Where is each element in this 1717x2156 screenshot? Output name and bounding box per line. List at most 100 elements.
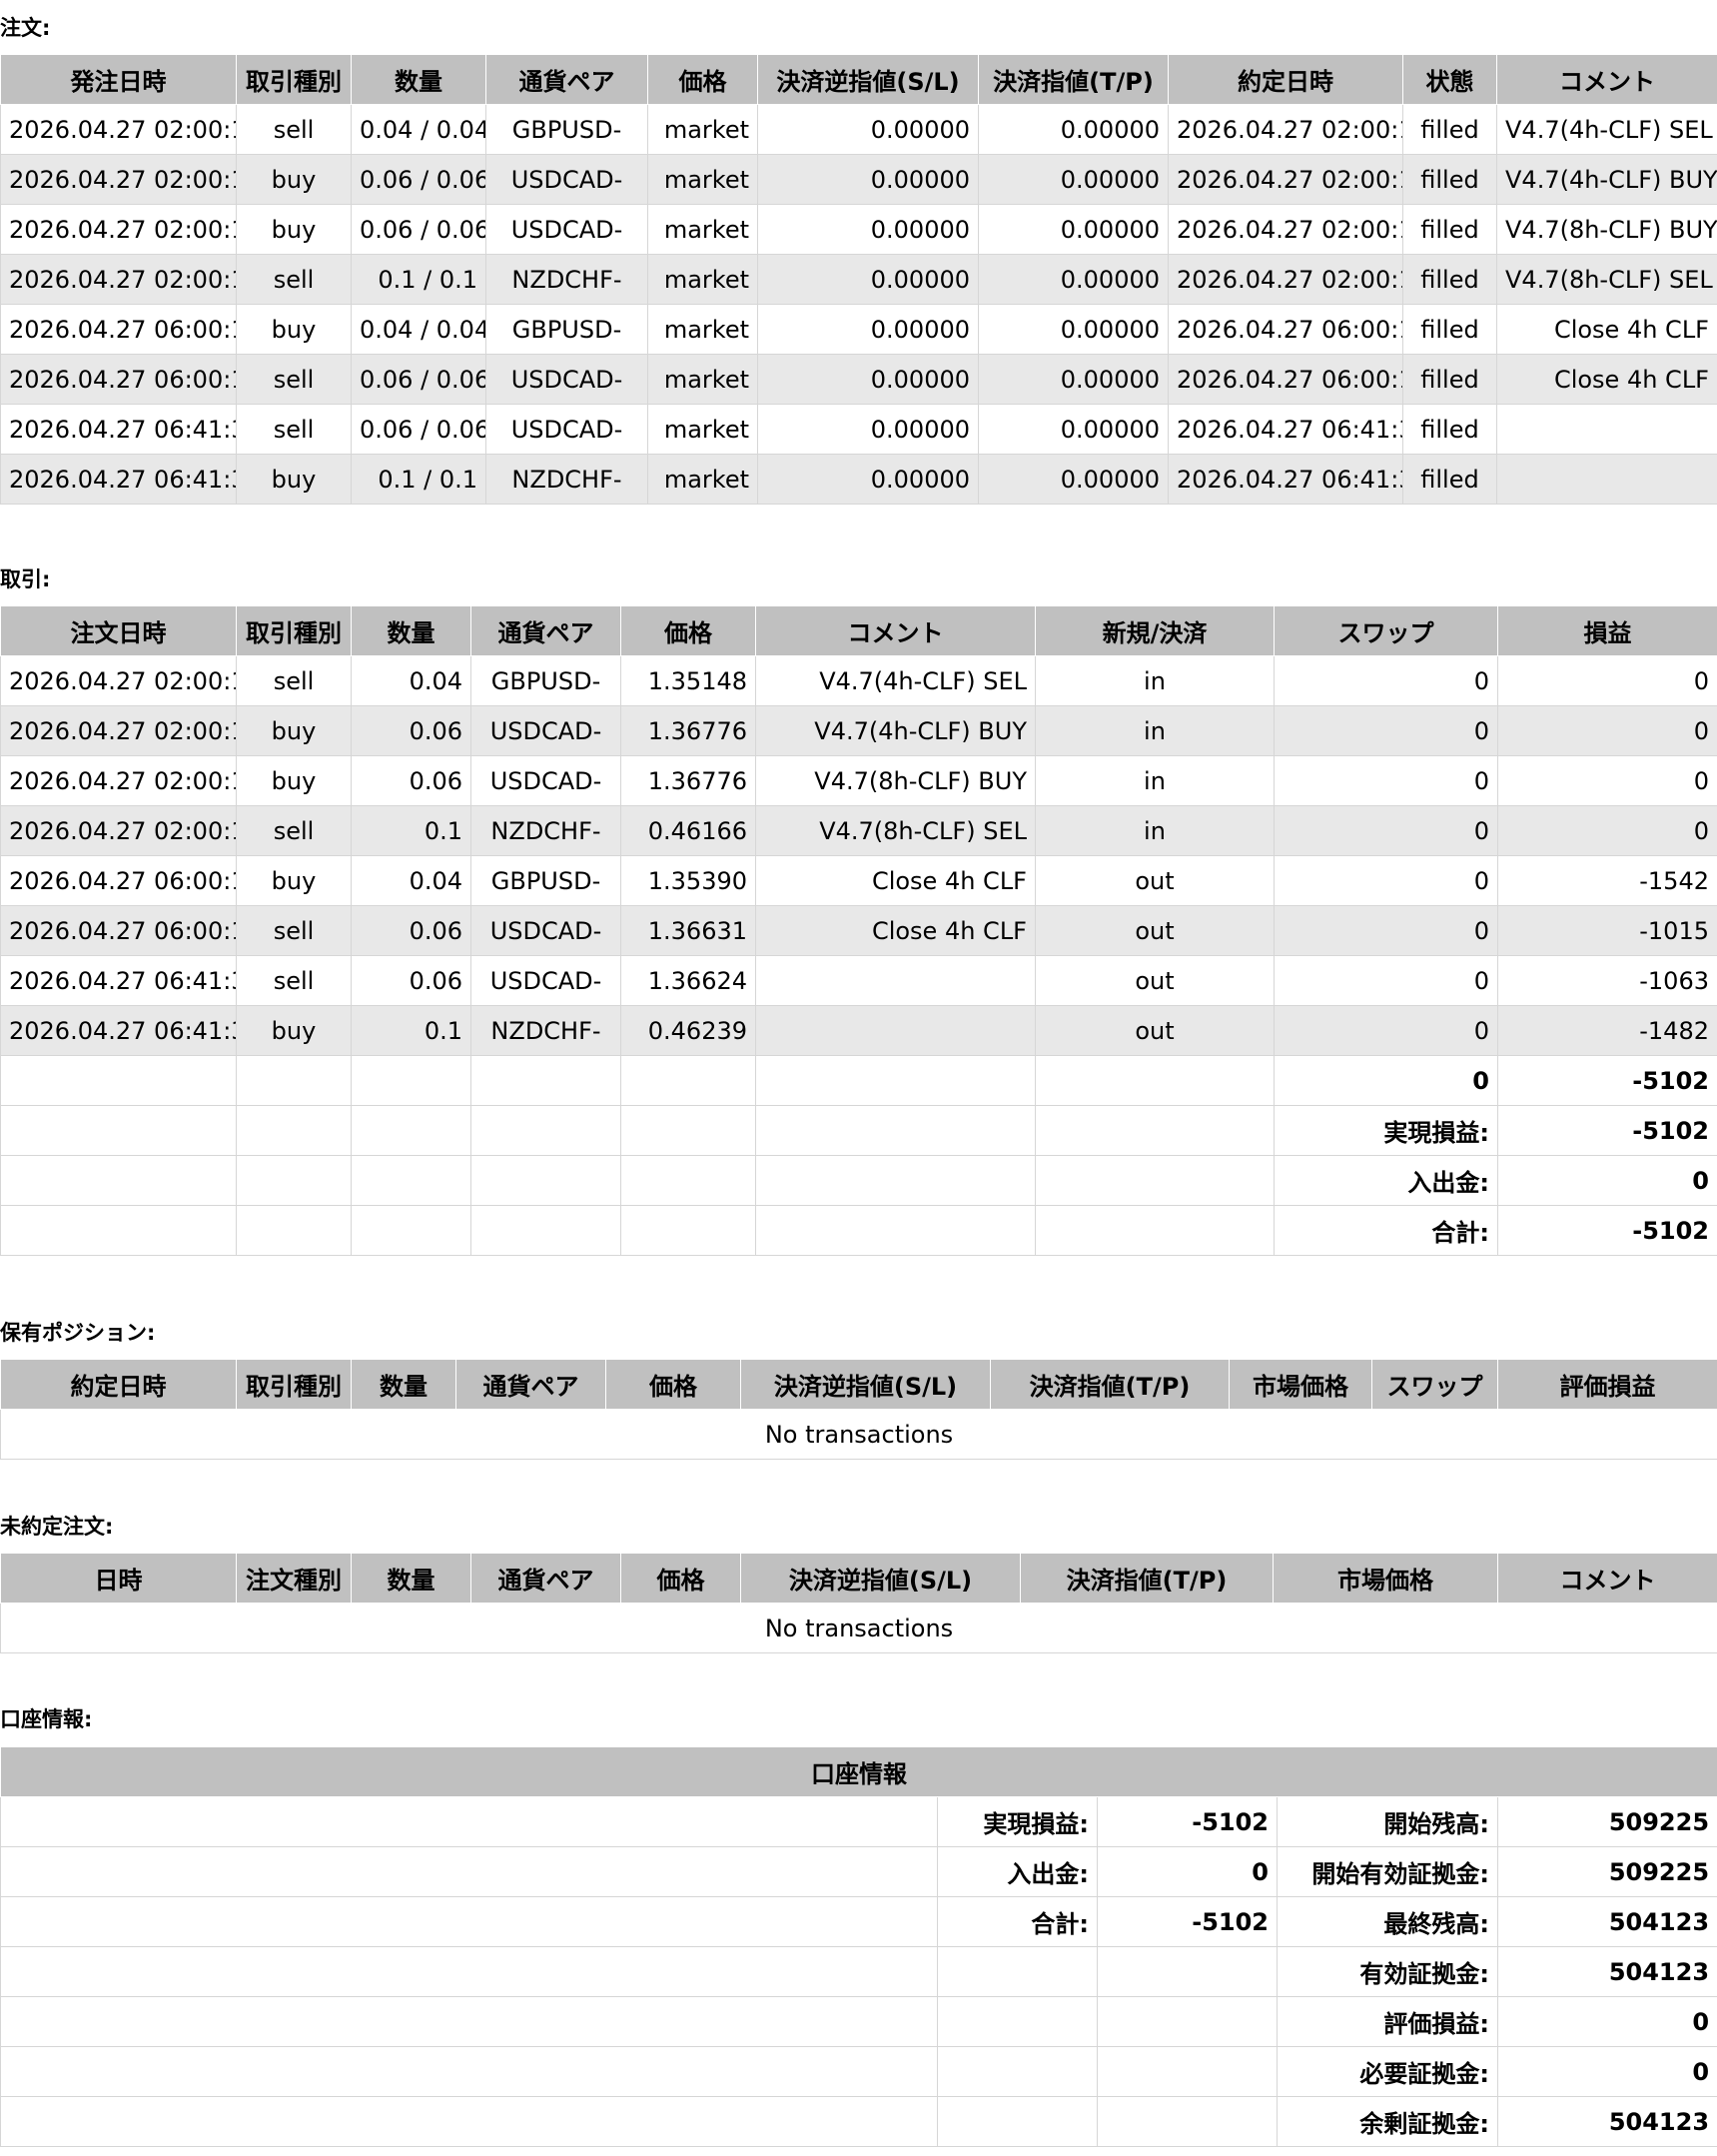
trade-swap-cell: 0 (1274, 705, 1498, 756)
order-state-cell: filled (1402, 104, 1497, 155)
order-time-cell: 2026.04.27 06:00:12 (0, 304, 237, 355)
orders-header-row: 発注日時 取引種別 数量 通貨ペア 価格 決済逆指値(S/L) 決済指値(T/P… (0, 54, 1717, 105)
account-table: 口座情報 実現損益: -5102 開始残高: 509225 入出金: 0 開始有… (0, 1746, 1717, 2147)
pending-section-label: 未約定注文: (0, 1515, 114, 1539)
order-price-cell: market (647, 254, 758, 305)
account-left-value (1097, 1946, 1278, 1997)
order-time-cell: 2026.04.27 06:00:13 (0, 354, 237, 405)
account-right-label: 余剰証拠金: (1277, 2096, 1498, 2147)
order-price-cell: market (647, 204, 758, 255)
trade-price-cell: 1.36624 (620, 955, 756, 1006)
positions-section-label: 保有ポジション: (0, 1321, 156, 1345)
order-comment-cell: V4.7(8h-CLF) SEL (1496, 254, 1717, 305)
pending-header-row: 日時 注文種別 数量 通貨ペア 価格 決済逆指値(S/L) 決済指値(T/P) … (0, 1553, 1717, 1604)
positions-col-price: 価格 (605, 1359, 741, 1410)
trades-col-order-time: 注文日時 (0, 605, 237, 656)
order-symbol-cell: USDCAD- (485, 154, 648, 205)
account-left-value: 0 (1097, 1846, 1278, 1897)
positions-col-tp: 決済指値(T/P) (990, 1359, 1230, 1410)
table-row: 2026.04.27 06:41:36 buy 0.1 / 0.1 NZDCHF… (0, 454, 1717, 505)
order-tp-cell: 0.00000 (978, 254, 1169, 305)
table-row: 2026.04.27 02:00:13 sell 0.1 NZDCHF- 0.4… (0, 805, 1717, 856)
trade-profit-cell: 0 (1497, 655, 1717, 706)
trades-col-comment: コメント (755, 605, 1036, 656)
order-state-cell: filled (1402, 304, 1497, 355)
trade-time-cell: 2026.04.27 06:00:13 (0, 905, 237, 956)
trade-price-cell: 1.36776 (620, 705, 756, 756)
trade-time-cell: 2026.04.27 02:00:12 (0, 655, 237, 706)
order-fill-time-cell: 2026.04.27 02:00:13 (1168, 204, 1403, 255)
orders-col-sl: 決済逆指値(S/L) (757, 54, 979, 105)
order-type-cell: buy (236, 204, 352, 255)
order-comment-cell: V4.7(8h-CLF) BUY (1496, 204, 1717, 255)
order-type-cell: sell (236, 104, 352, 155)
order-time-cell: 2026.04.27 06:41:36 (0, 454, 237, 505)
order-tp-cell: 0.00000 (978, 154, 1169, 205)
orders-table: 発注日時 取引種別 数量 通貨ペア 価格 決済逆指値(S/L) 決済指値(T/P… (0, 54, 1717, 505)
account-left-label (937, 1946, 1098, 1997)
trade-profit-cell: -1015 (1497, 905, 1717, 956)
account-left-value: -5102 (1097, 1896, 1278, 1947)
trade-comment-cell (755, 1005, 1036, 1056)
trade-type-cell: sell (236, 905, 352, 956)
order-tp-cell: 0.00000 (978, 204, 1169, 255)
trade-volume-cell: 0.06 (351, 905, 471, 956)
positions-empty-message: No transactions (0, 1409, 1717, 1460)
table-row: 2026.04.27 06:00:12 buy 0.04 GBPUSD- 1.3… (0, 855, 1717, 906)
trade-entry-cell: out (1035, 905, 1275, 956)
order-volume-cell: 0.1 / 0.1 (351, 454, 486, 505)
trade-entry-cell: out (1035, 855, 1275, 906)
trade-profit-cell: -1063 (1497, 955, 1717, 1006)
positions-col-symbol: 通貨ペア (455, 1359, 606, 1410)
trade-symbol-cell: USDCAD- (470, 955, 621, 1006)
trade-entry-cell: in (1035, 805, 1275, 856)
trade-swap-cell: 0 (1274, 755, 1498, 806)
order-price-cell: market (647, 104, 758, 155)
positions-col-floating-profit: 評価損益 (1497, 1359, 1717, 1410)
table-row: 2026.04.27 02:00:13 sell 0.1 / 0.1 NZDCH… (0, 254, 1717, 305)
order-sl-cell: 0.00000 (757, 204, 979, 255)
account-right-label: 有効証拠金: (1277, 1946, 1498, 1997)
account-left-value (1097, 2046, 1278, 2097)
order-time-cell: 2026.04.27 02:00:13 (0, 254, 237, 305)
order-fill-time-cell: 2026.04.27 06:00:12 (1168, 304, 1403, 355)
order-type-cell: sell (236, 404, 352, 455)
table-row: 2026.04.27 06:00:13 sell 0.06 USDCAD- 1.… (0, 905, 1717, 956)
account-right-value: 504123 (1496, 1946, 1717, 1997)
trade-swap-cell: 0 (1274, 655, 1498, 706)
trade-entry-cell: in (1035, 655, 1275, 706)
account-left-value (1097, 2096, 1278, 2147)
order-volume-cell: 0.06 / 0.06 (351, 354, 486, 405)
positions-table: 約定日時 取引種別 数量 通貨ペア 価格 決済逆指値(S/L) 決済指値(T/P… (0, 1359, 1717, 1460)
trade-entry-cell: in (1035, 705, 1275, 756)
account-left-value (1097, 1996, 1278, 2047)
orders-col-price: 価格 (647, 54, 758, 105)
trades-col-price: 価格 (620, 605, 756, 656)
order-comment-cell: Close 4h CLF (1496, 354, 1717, 405)
order-state-cell: filled (1402, 154, 1497, 205)
pending-col-tp: 決済指値(T/P) (1020, 1553, 1274, 1604)
order-symbol-cell: NZDCHF- (485, 454, 648, 505)
trades-col-volume: 数量 (351, 605, 471, 656)
trades-col-profit: 損益 (1497, 605, 1717, 656)
trade-entry-cell: out (1035, 955, 1275, 1006)
trade-type-cell: sell (236, 655, 352, 706)
account-row: 余剰証拠金: 504123 (0, 2096, 1717, 2147)
trade-swap-cell: 0 (1274, 1005, 1498, 1056)
trade-symbol-cell: USDCAD- (470, 905, 621, 956)
account-left-value: -5102 (1097, 1796, 1278, 1847)
order-sl-cell: 0.00000 (757, 404, 979, 455)
order-symbol-cell: GBPUSD- (485, 104, 648, 155)
account-section-label: 口座情報: (0, 1707, 93, 1731)
trade-volume-cell: 0.06 (351, 955, 471, 1006)
trades-col-swap: スワップ (1274, 605, 1498, 656)
pending-col-market-price: 市場価格 (1273, 1553, 1498, 1604)
trades-col-entry: 新規/決済 (1035, 605, 1275, 656)
positions-col-volume: 数量 (351, 1359, 456, 1410)
trades-totals-row: 0 -5102 (0, 1055, 1717, 1106)
trades-table: 注文日時 取引種別 数量 通貨ペア 価格 コメント 新規/決済 スワップ 損益 … (0, 605, 1717, 1256)
pending-col-order-type: 注文種別 (236, 1553, 352, 1604)
account-row: 実現損益: -5102 開始残高: 509225 (0, 1796, 1717, 1847)
orders-col-order-time: 発注日時 (0, 54, 237, 105)
order-fill-time-cell: 2026.04.27 02:00:13 (1168, 254, 1403, 305)
